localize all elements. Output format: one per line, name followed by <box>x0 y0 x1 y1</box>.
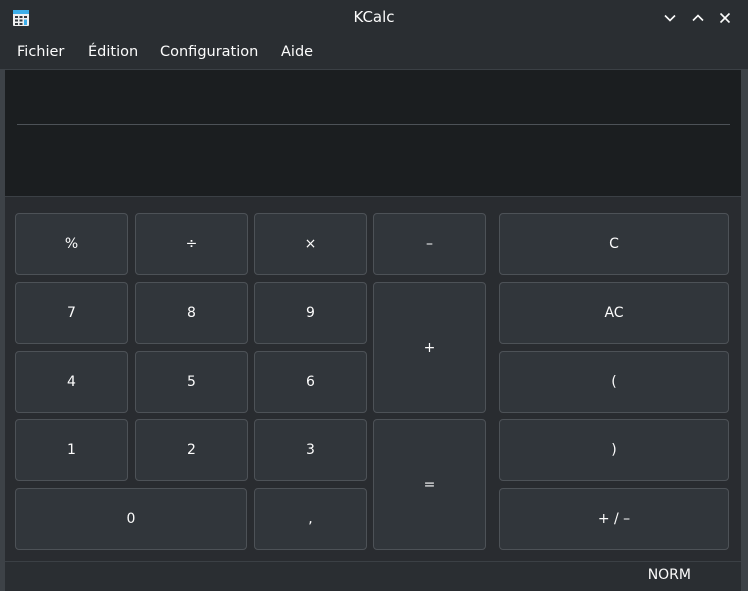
percent-button[interactable]: % <box>15 213 128 275</box>
menu-aide[interactable]: Aide <box>281 44 313 60</box>
chevron-down-icon <box>664 14 676 22</box>
equals-button[interactable]: = <box>373 419 486 550</box>
kcalc-window: KCalc Fichier Édition Configuration Aide <box>0 0 748 591</box>
digit-3-button[interactable]: 3 <box>254 419 367 481</box>
status-bar: NORM <box>5 561 741 590</box>
digit-8-button[interactable]: 8 <box>135 282 248 344</box>
multiply-button[interactable]: × <box>254 213 367 275</box>
plus-button[interactable]: + <box>373 282 486 413</box>
menu-fichier[interactable]: Fichier <box>17 44 64 60</box>
decimal-separator-button[interactable]: , <box>254 488 367 550</box>
window-title: KCalc <box>353 8 395 26</box>
minus-button[interactable]: – <box>373 213 486 275</box>
digit-0-button[interactable]: 0 <box>15 488 247 550</box>
maximize-button[interactable] <box>688 8 708 28</box>
calc-display[interactable] <box>5 69 741 197</box>
close-icon <box>719 12 731 24</box>
digit-7-button[interactable]: 7 <box>15 282 128 344</box>
all-clear-button[interactable]: AC <box>499 282 729 344</box>
keypad: % ÷ × – C 7 8 9 + AC 4 5 6 ( 1 2 3 = ) 0… <box>5 197 741 561</box>
plus-minus-button[interactable]: + / – <box>499 488 729 550</box>
divide-button[interactable]: ÷ <box>135 213 248 275</box>
minimize-button[interactable] <box>660 8 680 28</box>
digit-6-button[interactable]: 6 <box>254 351 367 413</box>
display-divider <box>17 124 730 125</box>
close-button[interactable] <box>715 8 735 28</box>
clear-button[interactable]: C <box>499 213 729 275</box>
chevron-up-icon <box>692 14 704 22</box>
digit-5-button[interactable]: 5 <box>135 351 248 413</box>
digit-4-button[interactable]: 4 <box>15 351 128 413</box>
number-mode-indicator: NORM <box>647 567 691 583</box>
digit-2-button[interactable]: 2 <box>135 419 248 481</box>
digit-9-button[interactable]: 9 <box>254 282 367 344</box>
display-history <box>17 84 729 112</box>
title-bar[interactable]: KCalc <box>0 0 748 36</box>
open-paren-button[interactable]: ( <box>499 351 729 413</box>
menu-edition[interactable]: Édition <box>88 44 138 60</box>
window-edge-right <box>741 69 748 591</box>
menu-configuration[interactable]: Configuration <box>160 44 258 60</box>
close-paren-button[interactable]: ) <box>499 419 729 481</box>
display-result <box>17 140 727 184</box>
menu-bar: Fichier Édition Configuration Aide <box>0 36 748 69</box>
digit-1-button[interactable]: 1 <box>15 419 128 481</box>
